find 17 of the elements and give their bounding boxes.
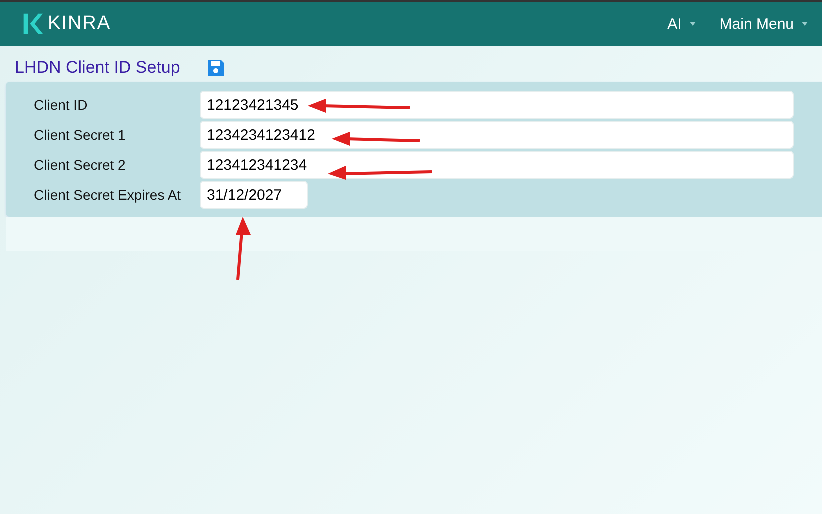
field-label: Client Secret 1 <box>34 127 127 143</box>
menu-button[interactable]: AI <box>668 16 682 32</box>
field-label: Client Secret Expires At <box>34 187 182 203</box>
page-title: LHDN Client ID Setup <box>15 58 180 78</box>
field-label: Client ID <box>34 97 89 113</box>
menu-button[interactable]: Main Menu <box>720 16 794 32</box>
input-field[interactable]: 1234234123412 <box>200 121 794 149</box>
caret-icon[interactable] <box>802 22 808 26</box>
logo-icon <box>22 12 44 36</box>
date-field[interactable]: 31/12/2027 <box>200 181 308 209</box>
input-field[interactable]: 12123421345 <box>200 91 794 119</box>
brand-name: KINRA <box>48 13 112 35</box>
input-field[interactable]: 123412341234 <box>200 151 794 179</box>
annotation-arrow <box>236 217 251 280</box>
caret-icon[interactable] <box>690 22 696 26</box>
field-label: Client Secret 2 <box>34 157 127 173</box>
save-icon[interactable] <box>206 58 226 78</box>
